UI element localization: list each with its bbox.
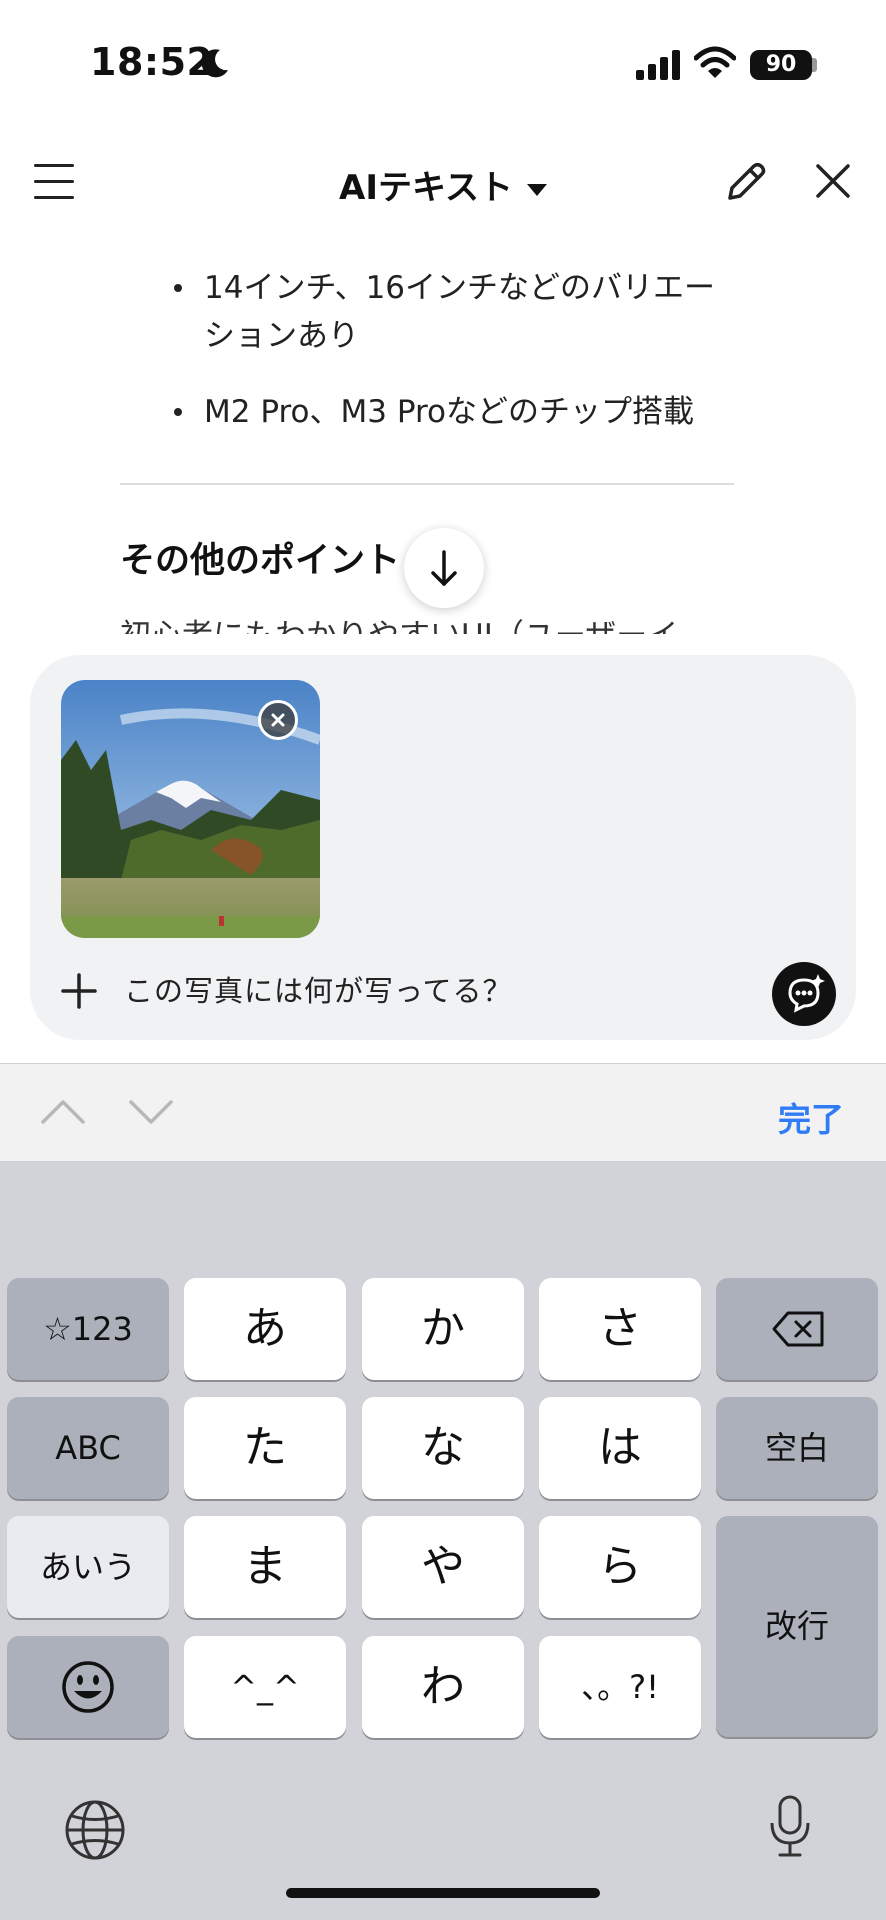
key-a[interactable]: あ xyxy=(184,1278,346,1380)
key-ya[interactable]: や xyxy=(362,1516,524,1618)
key-kaomoji[interactable]: ^_^ xyxy=(184,1636,346,1738)
sparkle-chat-icon xyxy=(788,974,825,1013)
microphone-icon[interactable] xyxy=(766,1793,814,1861)
message-input[interactable]: この写真には何が写ってる？ xyxy=(124,968,513,1010)
key-ra[interactable]: ら xyxy=(539,1516,701,1618)
key-label: か xyxy=(421,1303,465,1354)
key-ma[interactable]: ま xyxy=(184,1516,346,1618)
key-label: 、。?! xyxy=(581,1668,659,1706)
key-label: ABC xyxy=(55,1429,121,1467)
key-label: な xyxy=(421,1422,465,1473)
key-punctuation[interactable]: 、。?! xyxy=(539,1636,701,1738)
add-attachment-icon[interactable] xyxy=(60,972,98,1010)
arrow-down-icon xyxy=(431,550,457,586)
status-time: 18:52 xyxy=(90,40,214,84)
key-label: 空白 xyxy=(764,1429,829,1467)
key-return[interactable]: 改行 xyxy=(716,1516,878,1737)
cellular-signal-icon xyxy=(636,50,680,80)
ai-send-button[interactable] xyxy=(772,962,836,1026)
chevron-down-icon[interactable] xyxy=(128,1092,174,1132)
key-label: ^_^ xyxy=(230,1668,300,1706)
moon-icon xyxy=(201,49,228,78)
key-sa[interactable]: さ xyxy=(539,1278,701,1380)
section-heading: その他のポイント xyxy=(120,541,401,581)
key-ha[interactable]: は xyxy=(539,1397,701,1499)
list-item: M2 Pro、M3 Proなどのチップ搭載 xyxy=(174,388,738,436)
home-indicator xyxy=(286,1888,600,1898)
key-abc[interactable]: ABC xyxy=(7,1397,169,1499)
key-label: わ xyxy=(421,1661,465,1712)
key-space[interactable]: 空白 xyxy=(716,1397,878,1499)
wifi-icon xyxy=(694,46,736,78)
key-wa[interactable]: わ xyxy=(362,1636,524,1738)
key-label: さ xyxy=(598,1303,642,1354)
edit-pencil-icon[interactable] xyxy=(722,160,768,206)
list-item: 14インチ、16インチなどのバリエー ションあり xyxy=(174,264,738,360)
battery-tip xyxy=(812,58,817,72)
key-label: ま xyxy=(243,1541,287,1592)
key-label: や xyxy=(421,1541,465,1592)
emoji-icon xyxy=(62,1661,114,1713)
list-item-text: M2 Pro、M3 Proなどのチップ搭載 xyxy=(204,394,695,430)
key-label: 改行 xyxy=(764,1607,829,1645)
divider xyxy=(120,483,734,485)
close-icon xyxy=(271,713,285,727)
done-button[interactable]: 完了 xyxy=(778,1093,844,1141)
battery-indicator: 90 xyxy=(750,50,812,80)
backspace-icon xyxy=(772,1311,824,1347)
list-item-cut-off: 初心者にもわかりやすいUI（ユーザーイ xyxy=(120,612,760,634)
key-label: あいう xyxy=(39,1548,136,1586)
key-delete[interactable] xyxy=(716,1278,878,1380)
caret-down-icon xyxy=(526,183,547,196)
key-kana-mode[interactable]: あいう xyxy=(7,1516,169,1618)
key-label: あ xyxy=(243,1303,287,1354)
key-label: は xyxy=(598,1422,642,1473)
key-ta[interactable]: た xyxy=(184,1397,346,1499)
key-label: ら xyxy=(598,1541,642,1592)
list-item-text: ションあり xyxy=(204,318,359,354)
key-label: ☆123 xyxy=(43,1310,133,1348)
chevron-up-icon[interactable] xyxy=(40,1092,86,1132)
list-item-text: 14インチ、16インチなどのバリエー xyxy=(204,270,716,306)
close-icon[interactable] xyxy=(812,160,854,202)
key-ka[interactable]: か xyxy=(362,1278,524,1380)
remove-attachment-button[interactable] xyxy=(258,700,298,740)
key-numbers[interactable]: ☆123 xyxy=(7,1278,169,1380)
key-emoji[interactable] xyxy=(7,1636,169,1738)
key-na[interactable]: な xyxy=(362,1397,524,1499)
key-label: た xyxy=(243,1422,287,1473)
scroll-to-bottom-button[interactable] xyxy=(404,528,484,608)
globe-icon[interactable] xyxy=(62,1797,128,1863)
page-title: AIテキスト xyxy=(339,168,513,208)
